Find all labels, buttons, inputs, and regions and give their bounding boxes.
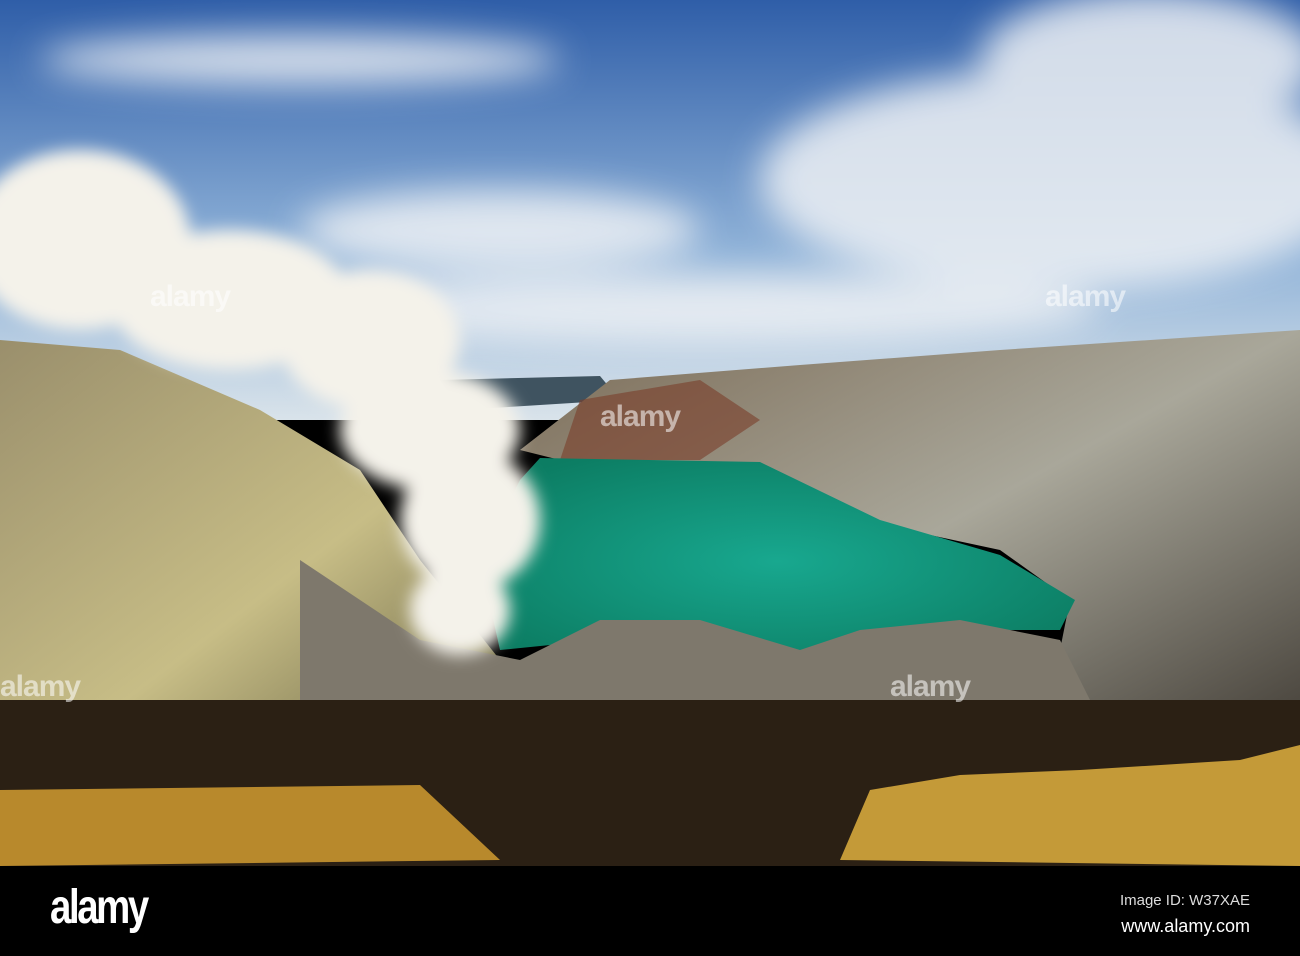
stock-photo-page: alamy alamy alamy alamy alamy alamy Imag… (0, 0, 1300, 956)
image-id: Image ID: W37XAE (1119, 892, 1250, 909)
site-url: www.alamy.com (1121, 916, 1250, 936)
watermark: alamy (150, 280, 231, 313)
alamy-logo: alamy (50, 881, 149, 934)
watermark: alamy (600, 400, 681, 433)
watermark: alamy (890, 670, 971, 703)
watermark: alamy (0, 670, 81, 703)
watermark: alamy (1045, 280, 1126, 313)
footer-bar: alamy Image ID: W37XAE www.alamy.com (0, 866, 1300, 956)
